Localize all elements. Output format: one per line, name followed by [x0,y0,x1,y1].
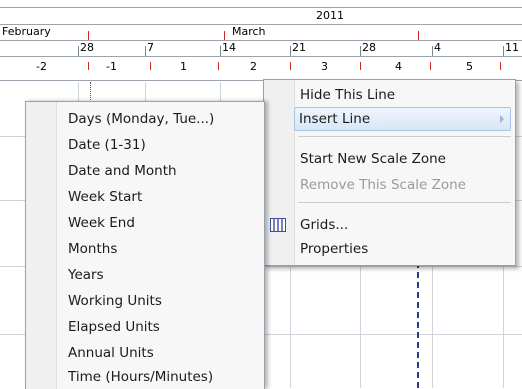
month-boundary-marker [224,31,225,40]
date-label: 28 [362,41,376,54]
submenu-item-years[interactable]: Years [64,264,260,286]
menu-item-hide-this-line[interactable]: Hide This Line [296,84,511,106]
timescale-header[interactable]: 2011 February March 28 7 14 21 28 4 11 -… [0,0,522,82]
timescale-year-row[interactable]: 2011 [0,8,522,25]
menu-item-insert-line[interactable]: Insert Line [294,107,511,131]
submenu-item-annual-units[interactable]: Annual Units [64,342,260,364]
week-boundary-marker [88,62,89,70]
week-boundary-marker [360,62,361,70]
date-label: 4 [434,41,441,54]
menu-icon-gutter [264,80,295,265]
menu-separator [298,136,511,137]
menu-separator [298,202,511,203]
timescale-week-number-row[interactable]: -2 -1 1 2 3 4 5 [0,56,522,81]
line-context-menu[interactable]: Hide This Line Insert Line Start New Sca… [263,79,516,266]
grid-icon [270,218,286,232]
week-boundary-marker [218,62,219,70]
insert-line-submenu[interactable]: Days (Monday, Tue...) Date (1-31) Date a… [25,101,265,389]
month-boundary-marker [88,31,89,40]
submenu-item-days[interactable]: Days (Monday, Tue...) [64,108,260,130]
date-tick [78,46,79,56]
date-tick [220,46,221,56]
week-number-label: 2 [250,60,257,73]
date-label: 28 [80,41,94,54]
week-number-label: 4 [395,60,402,73]
submenu-item-months[interactable]: Months [64,238,260,260]
submenu-item-working-units[interactable]: Working Units [64,290,260,312]
month-label-february: February [2,25,51,38]
submenu-item-week-start[interactable]: Week Start [64,186,260,208]
month-boundary-marker [418,31,419,40]
date-tick [503,46,504,56]
week-number-label: -2 [36,60,47,73]
week-number-label: 5 [466,60,473,73]
timescale-month-row[interactable]: February March [0,24,522,41]
week-boundary-marker [290,62,291,70]
menu-item-grids[interactable]: Grids... [296,214,511,236]
submenu-arrow-icon [500,115,504,123]
week-number-label: 1 [180,60,187,73]
date-label: 21 [292,41,306,54]
submenu-item-date[interactable]: Date (1-31) [64,134,260,156]
date-tick [432,46,433,56]
date-label: 11 [505,41,519,54]
week-number-label: -1 [106,60,117,73]
week-number-label: 3 [321,60,328,73]
week-boundary-marker [150,62,151,70]
menu-icon-gutter [26,102,57,389]
date-tick [290,46,291,56]
menu-item-insert-line-label: Insert Line [299,111,371,127]
date-label: 7 [147,41,154,54]
month-label-march: March [232,25,266,38]
date-tick [360,46,361,56]
week-boundary-marker [430,62,431,70]
year-label: 2011 [316,9,344,22]
submenu-item-elapsed-units[interactable]: Elapsed Units [64,316,260,338]
date-tick [145,46,146,56]
submenu-item-week-end[interactable]: Week End [64,212,260,234]
submenu-item-time[interactable]: Time (Hours/Minutes) [64,366,260,388]
week-boundary-marker [500,62,501,70]
menu-item-remove-this-scale-zone: Remove This Scale Zone [300,177,466,193]
menu-item-start-new-scale-zone[interactable]: Start New Scale Zone [296,148,511,170]
date-label: 14 [222,41,236,54]
submenu-item-date-and-month[interactable]: Date and Month [64,160,260,182]
menu-item-properties[interactable]: Properties [296,238,511,260]
